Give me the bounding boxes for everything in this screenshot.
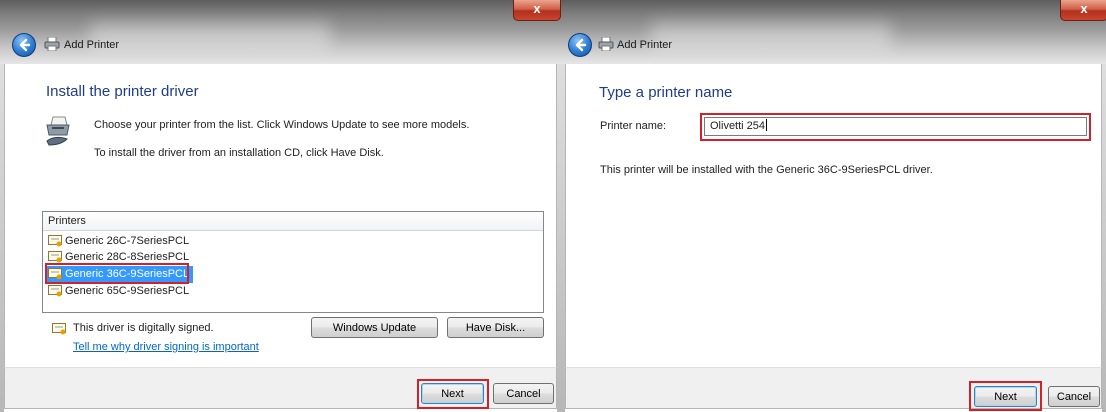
add-printer-window-name: x Add Printer: [561, 0, 1106, 412]
page-heading: Install the printer driver: [46, 83, 199, 100]
driver-icon: [46, 116, 70, 146]
back-button[interactable]: [12, 33, 36, 57]
text-caret: [766, 119, 768, 131]
list-item[interactable]: Generic 26C-7SeriesPCL: [47, 233, 193, 250]
certificate-icon: [48, 285, 62, 297]
back-arrow-icon: [19, 38, 31, 52]
cancel-button[interactable]: Cancel: [1048, 386, 1100, 407]
certificate-icon: [52, 323, 66, 335]
next-button[interactable]: Next: [974, 386, 1037, 407]
window-title: Add Printer: [617, 39, 673, 51]
list-item[interactable]: Generic 28C-8SeriesPCL: [47, 249, 193, 266]
window-title: Add Printer: [64, 39, 120, 51]
wizard-content: [565, 64, 1102, 369]
close-button[interactable]: x: [513, 0, 561, 21]
list-item-selected[interactable]: Generic 36C-9SeriesPCL: [47, 266, 194, 283]
certificate-icon: [48, 251, 62, 263]
instruction-text-2: To install the driver from an installati…: [94, 147, 384, 159]
title-bar: [561, 0, 1106, 64]
close-button[interactable]: x: [1060, 0, 1106, 21]
printer-name-label: Printer name:: [600, 120, 667, 132]
printer-list[interactable]: Printers Generic 26C-7SeriesPCL Generic …: [42, 211, 544, 313]
driver-info-text: This printer will be installed with the …: [600, 164, 933, 176]
list-item[interactable]: Generic 65C-9SeriesPCL: [47, 283, 193, 300]
driver-signing-link[interactable]: Tell me why driver signing is important: [73, 341, 259, 353]
back-arrow-icon: [575, 38, 587, 52]
signed-status-text: This driver is digitally signed.: [73, 322, 214, 334]
printer-name-input[interactable]: Olivetti 254: [704, 117, 1087, 136]
close-icon: x: [1080, 1, 1088, 16]
printer-icon: [598, 37, 614, 51]
close-icon: x: [533, 1, 541, 16]
instruction-text-1: Choose your printer from the list. Click…: [94, 119, 470, 131]
list-column-header[interactable]: Printers: [43, 212, 543, 231]
windows-update-button[interactable]: Windows Update: [311, 317, 438, 338]
printer-icon: [44, 37, 60, 51]
page-heading: Type a printer name: [599, 84, 733, 101]
certificate-icon: [48, 235, 62, 247]
cancel-button[interactable]: Cancel: [493, 383, 554, 404]
title-bar: [0, 0, 561, 64]
next-button[interactable]: Next: [421, 383, 484, 404]
have-disk-button[interactable]: Have Disk...: [447, 317, 544, 338]
certificate-icon: [48, 268, 62, 280]
back-button[interactable]: [568, 33, 592, 57]
